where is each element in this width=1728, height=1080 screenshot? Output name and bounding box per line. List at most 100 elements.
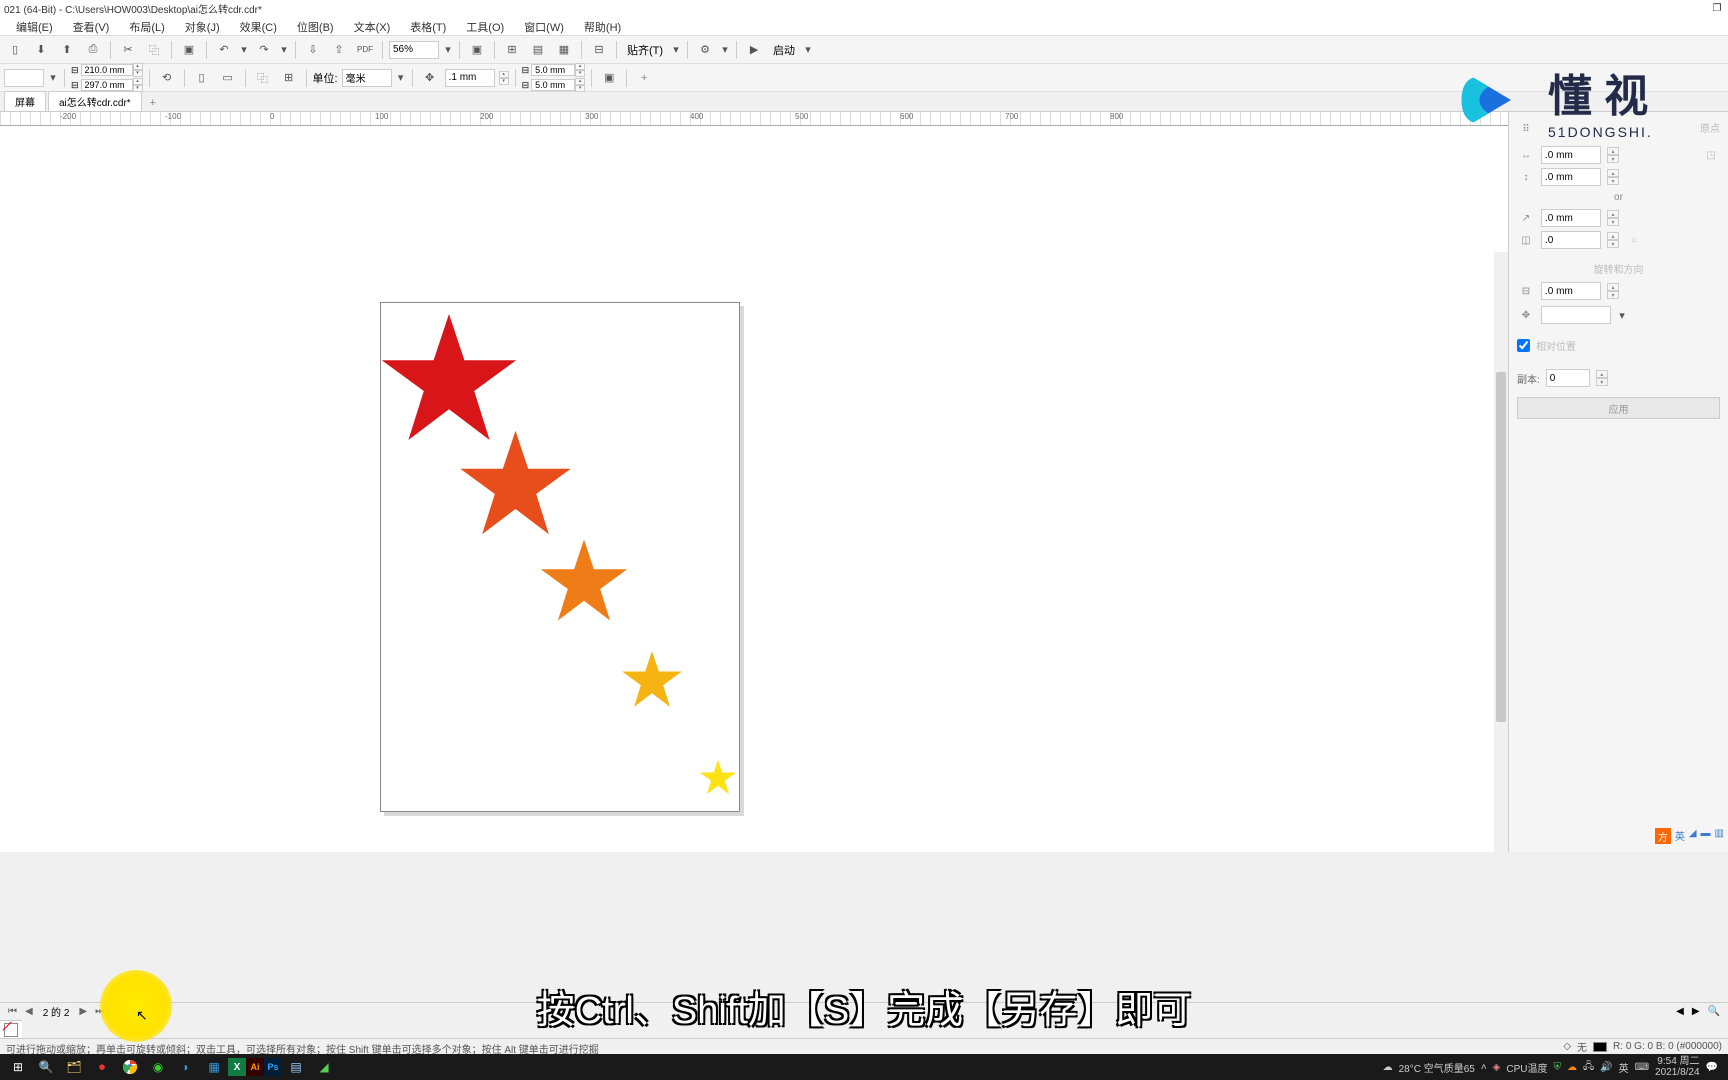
add-prop-icon[interactable]: + [633,67,655,89]
unit-drop-icon[interactable]: ▾ [396,67,406,89]
star-amber[interactable] [621,648,683,710]
record-icon[interactable]: ⏺ [88,1054,116,1080]
menu-text[interactable]: 文本(X) [344,16,401,35]
arrow-down-icon[interactable]: ⇩ [302,39,324,61]
undo-icon[interactable]: ↶ [213,39,235,61]
tab-welcome[interactable]: 屏幕 [4,91,46,111]
grid-icon[interactable]: ⊞ [501,39,523,61]
paste-icon[interactable]: ▣ [178,39,200,61]
weather-text[interactable]: 28°C 空气质量65 [1399,1060,1475,1075]
align-icon[interactable]: ⊟ [588,39,610,61]
copy-icon[interactable]: ⿻ [143,39,165,61]
dup-y[interactable] [531,79,575,91]
copies-input[interactable] [1546,369,1590,387]
tray-d[interactable]: ▬ [1701,828,1711,844]
rot-input[interactable] [1541,282,1601,300]
outline-swatch[interactable] [1593,1042,1607,1052]
portrait-icon[interactable]: ▯ [191,67,213,89]
next-page-icon[interactable]: ▶ [75,1006,91,1017]
pos-y-input[interactable] [1541,168,1601,186]
app-store-icon[interactable]: ▦ [200,1054,228,1080]
fullscreen-icon[interactable]: ▣ [466,39,488,61]
page-preset[interactable] [4,69,44,87]
unit-select[interactable] [342,69,392,87]
tray-cloud-icon[interactable]: ☁ [1567,1062,1577,1073]
prev-page-icon[interactable]: ◀ [21,1006,37,1017]
clock-date[interactable]: 2021/8/24 [1655,1067,1700,1078]
explorer-icon[interactable]: 🗂 [60,1054,88,1080]
new-icon[interactable]: ▯ [4,39,26,61]
zoom-input[interactable] [389,41,439,59]
nav-left-icon[interactable]: ◀ [1672,1006,1688,1017]
menu-tools[interactable]: 工具(O) [456,16,514,35]
tray-e[interactable]: ▥ [1715,828,1724,844]
weather-icon[interactable]: ☁ [1383,1062,1393,1073]
anchor-drop-icon[interactable]: ▾ [1617,304,1627,326]
landscape-icon[interactable]: ▭ [217,67,239,89]
tray-a[interactable]: 方 [1655,828,1671,844]
guides-icon[interactable]: ▤ [527,39,549,61]
relative-check[interactable] [1517,339,1530,352]
menu-view[interactable]: 查看(V) [63,16,120,35]
app-blue-icon[interactable]: ◗ [172,1054,200,1080]
angle-input[interactable] [1541,209,1601,227]
tray-keyboard-icon[interactable]: ⌨ [1635,1062,1649,1073]
tray-b[interactable]: 英 [1675,828,1685,844]
apply-current-icon[interactable]: ⊞ [278,67,300,89]
redo-drop-icon[interactable]: ▾ [279,39,289,61]
start-icon[interactable]: ⊞ [4,1054,32,1080]
redo-icon[interactable]: ↷ [253,39,275,61]
cpu-temp[interactable]: CPU温度 [1506,1060,1547,1075]
apply-all-icon[interactable]: ⿻ [252,67,274,89]
vertical-scrollbar[interactable] [1494,252,1508,852]
options-icon[interactable]: ⚙ [694,39,716,61]
star-yellow[interactable] [699,758,737,796]
menu-help[interactable]: 帮助(H) [574,16,631,35]
menu-window[interactable]: 窗口(W) [514,16,574,35]
illustrator-icon[interactable]: Ai [246,1058,264,1076]
tray-c[interactable]: ◢ [1689,828,1697,844]
star-orange[interactable] [539,535,629,625]
export-icon[interactable]: ⬆ [56,39,78,61]
launch-label[interactable]: 启动 [769,42,799,58]
menu-edit[interactable]: 编辑(E) [6,16,63,35]
360-icon[interactable]: ◉ [144,1054,172,1080]
snap-icon[interactable]: ▦ [553,39,575,61]
menu-object[interactable]: 对象(J) [175,16,230,35]
canvas[interactable]: -200 -100 0 100 200 300 400 500 600 700 … [0,112,1508,852]
tray-chevron-icon[interactable]: ˄ [1481,1062,1487,1073]
dup-x[interactable] [531,64,575,76]
clock-time[interactable]: 9:54 周二 [1655,1056,1700,1067]
star-orange-red[interactable] [458,425,573,540]
restore-icon[interactable]: ❐ [1710,3,1724,14]
menu-layout[interactable]: 布局(L) [119,16,174,35]
opt-drop-icon[interactable]: ▾ [720,39,730,61]
notepad-icon[interactable]: ▤ [282,1054,310,1080]
snap-label[interactable]: 贴齐(T) [623,42,667,58]
first-page-icon[interactable]: ⏮ [4,1006,21,1017]
tray-shield-icon[interactable]: ⛨ [1554,1062,1562,1073]
search-icon[interactable]: 🔍 [32,1054,60,1080]
scrollbar-thumb[interactable] [1496,372,1506,722]
page-height[interactable] [81,79,133,91]
menu-table[interactable]: 表格(T) [400,16,456,35]
drawing-page[interactable] [380,302,740,812]
nav-right-icon[interactable]: ▶ [1688,1006,1704,1017]
preset-drop-icon[interactable]: ▾ [48,67,58,89]
play-icon[interactable]: ▶ [743,39,765,61]
pdf-icon[interactable]: PDF [354,39,376,61]
tray-net-icon[interactable]: 🖧 [1583,1059,1594,1076]
zoom-drop-icon[interactable]: ▾ [443,39,453,61]
arrow-up-icon[interactable]: ⇧ [328,39,350,61]
lock-ratio-icon[interactable]: ⟲ [156,67,178,89]
scale-input[interactable] [1541,231,1601,249]
import-icon[interactable]: ⬇ [30,39,52,61]
anchor-select[interactable] [1541,306,1611,324]
tab-document[interactable]: ai怎么转cdr.cdr* [48,91,142,111]
notif-icon[interactable]: 💬 [1706,1062,1718,1073]
treat-as-filled-icon[interactable]: ▣ [598,67,620,89]
page-width[interactable] [81,64,133,76]
chrome-icon[interactable] [116,1054,144,1080]
menu-effect[interactable]: 效果(C) [230,16,287,35]
apply-button[interactable]: 应用 [1517,397,1720,419]
